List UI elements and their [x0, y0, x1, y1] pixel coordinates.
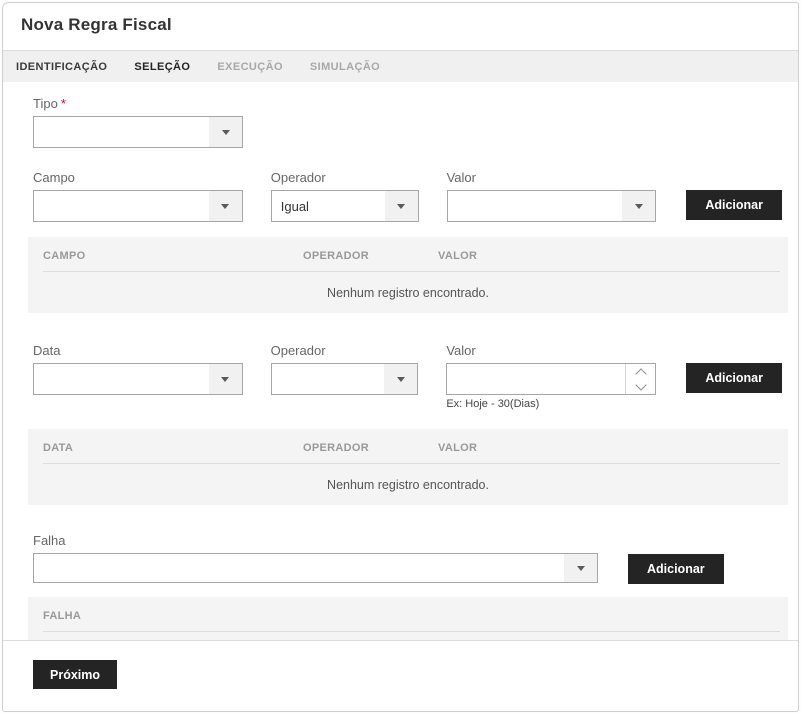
data-table-header-data: DATA — [43, 442, 303, 454]
data-valor-input[interactable] — [447, 364, 625, 394]
chevron-down-icon — [577, 566, 585, 571]
operador-select-value: Igual — [272, 191, 385, 221]
content-scroll-edge — [3, 640, 798, 641]
chevron-down-icon — [221, 204, 229, 209]
tipo-dropdown-button[interactable] — [209, 117, 242, 147]
form-content: Tipo* Campo Operador Igual — [3, 95, 798, 689]
operador-select[interactable]: Igual — [271, 190, 419, 222]
tab-selecao[interactable]: SELEÇÃO — [134, 61, 190, 73]
data-operador-field-group: Operador — [271, 342, 419, 411]
chevron-down-icon — [635, 204, 643, 209]
add-falha-button[interactable]: Adicionar — [628, 554, 724, 584]
campo-field-group: Campo — [33, 169, 243, 222]
operador-dropdown-button[interactable] — [385, 191, 418, 221]
campo-table-header-campo: CAMPO — [43, 250, 303, 262]
tab-simulacao[interactable]: SIMULAÇÃO — [310, 61, 380, 73]
campo-table-header-valor: VALOR — [438, 250, 788, 262]
valor-label: Valor — [447, 169, 657, 186]
data-dropdown-button[interactable] — [209, 364, 242, 394]
valor-select[interactable] — [447, 190, 657, 222]
page-title: Nova Regra Fiscal — [21, 15, 780, 35]
valor-select-value — [448, 191, 623, 221]
chevron-down-icon — [397, 204, 405, 209]
add-campo-criteria-button[interactable]: Adicionar — [686, 190, 782, 220]
data-operador-dropdown-button[interactable] — [384, 364, 417, 394]
dialog-footer: Próximo — [33, 660, 782, 689]
campo-table-empty-message: Nenhum registro encontrado. — [28, 272, 788, 313]
campo-select[interactable] — [33, 190, 243, 222]
new-fiscal-rule-dialog: Nova Regra Fiscal IDENTIFICAÇÃO SELEÇÃO … — [2, 2, 799, 712]
falha-select[interactable] — [33, 553, 598, 583]
operador-field-group: Operador Igual — [271, 169, 419, 222]
falha-field-group: Falha Adicionar — [33, 532, 782, 584]
campo-dropdown-button[interactable] — [209, 191, 242, 221]
next-button[interactable]: Próximo — [33, 660, 117, 689]
data-valor-spinner[interactable] — [625, 364, 655, 394]
campo-select-value — [34, 191, 209, 221]
tipo-label-text: Tipo — [33, 96, 58, 111]
chevron-down-icon — [397, 377, 405, 382]
data-label: Data — [33, 342, 243, 359]
data-criteria-table: DATA OPERADOR VALOR Nenhum registro enco… — [28, 429, 788, 505]
data-operador-label: Operador — [271, 342, 419, 359]
campo-criteria-table: CAMPO OPERADOR VALOR Nenhum registro enc… — [28, 237, 788, 313]
chevron-down-icon — [222, 130, 230, 135]
data-valor-hint: Ex: Hoje - 30(Dias) — [446, 398, 656, 411]
spinner-down-icon[interactable] — [635, 379, 646, 390]
tab-execucao[interactable]: EXECUÇÃO — [217, 61, 283, 73]
add-data-criteria-button[interactable]: Adicionar — [686, 363, 782, 393]
falha-table-header-falha: FALHA — [43, 610, 788, 622]
data-valor-field-group: Valor Ex: Hoje - 30(Dias) — [446, 342, 656, 411]
data-field-group: Data — [33, 342, 243, 411]
data-operador-select[interactable] — [271, 363, 419, 395]
campo-table-header-operador: OPERADOR — [303, 250, 438, 262]
tipo-field-group: Tipo* — [33, 95, 782, 148]
table-divider — [43, 631, 780, 632]
falha-table-header-row: FALHA — [28, 597, 788, 631]
data-operador-select-value — [272, 364, 385, 394]
spinner-up-icon[interactable] — [635, 368, 646, 379]
chevron-down-icon — [221, 377, 229, 382]
data-criteria-row: Data Operador Valor — [33, 342, 782, 411]
data-valor-numeric-input — [446, 363, 656, 395]
tab-identificacao[interactable]: IDENTIFICAÇÃO — [16, 61, 107, 73]
data-table-header-valor: VALOR — [438, 442, 788, 454]
data-select-value — [34, 364, 209, 394]
tipo-label: Tipo* — [33, 95, 782, 112]
dialog-header: Nova Regra Fiscal — [3, 3, 798, 50]
falha-table: FALHA — [28, 597, 788, 640]
data-table-header-operador: OPERADOR — [303, 442, 438, 454]
falha-label: Falha — [33, 532, 782, 549]
data-select[interactable] — [33, 363, 243, 395]
tab-bar: IDENTIFICAÇÃO SELEÇÃO EXECUÇÃO SIMULAÇÃO — [3, 50, 798, 82]
data-table-empty-message: Nenhum registro encontrado. — [28, 464, 788, 505]
data-valor-label: Valor — [446, 342, 656, 359]
required-asterisk: * — [61, 96, 66, 111]
tipo-select-value — [34, 117, 209, 147]
falha-dropdown-button[interactable] — [564, 554, 597, 582]
operador-label: Operador — [271, 169, 419, 186]
valor-dropdown-button[interactable] — [622, 191, 655, 221]
campo-table-header-row: CAMPO OPERADOR VALOR — [28, 237, 788, 271]
campo-label: Campo — [33, 169, 243, 186]
falha-select-value — [34, 554, 564, 582]
tipo-select[interactable] — [33, 116, 243, 148]
campo-criteria-row: Campo Operador Igual Valor — [33, 169, 782, 222]
valor-field-group: Valor — [447, 169, 657, 222]
data-table-header-row: DATA OPERADOR VALOR — [28, 429, 788, 463]
